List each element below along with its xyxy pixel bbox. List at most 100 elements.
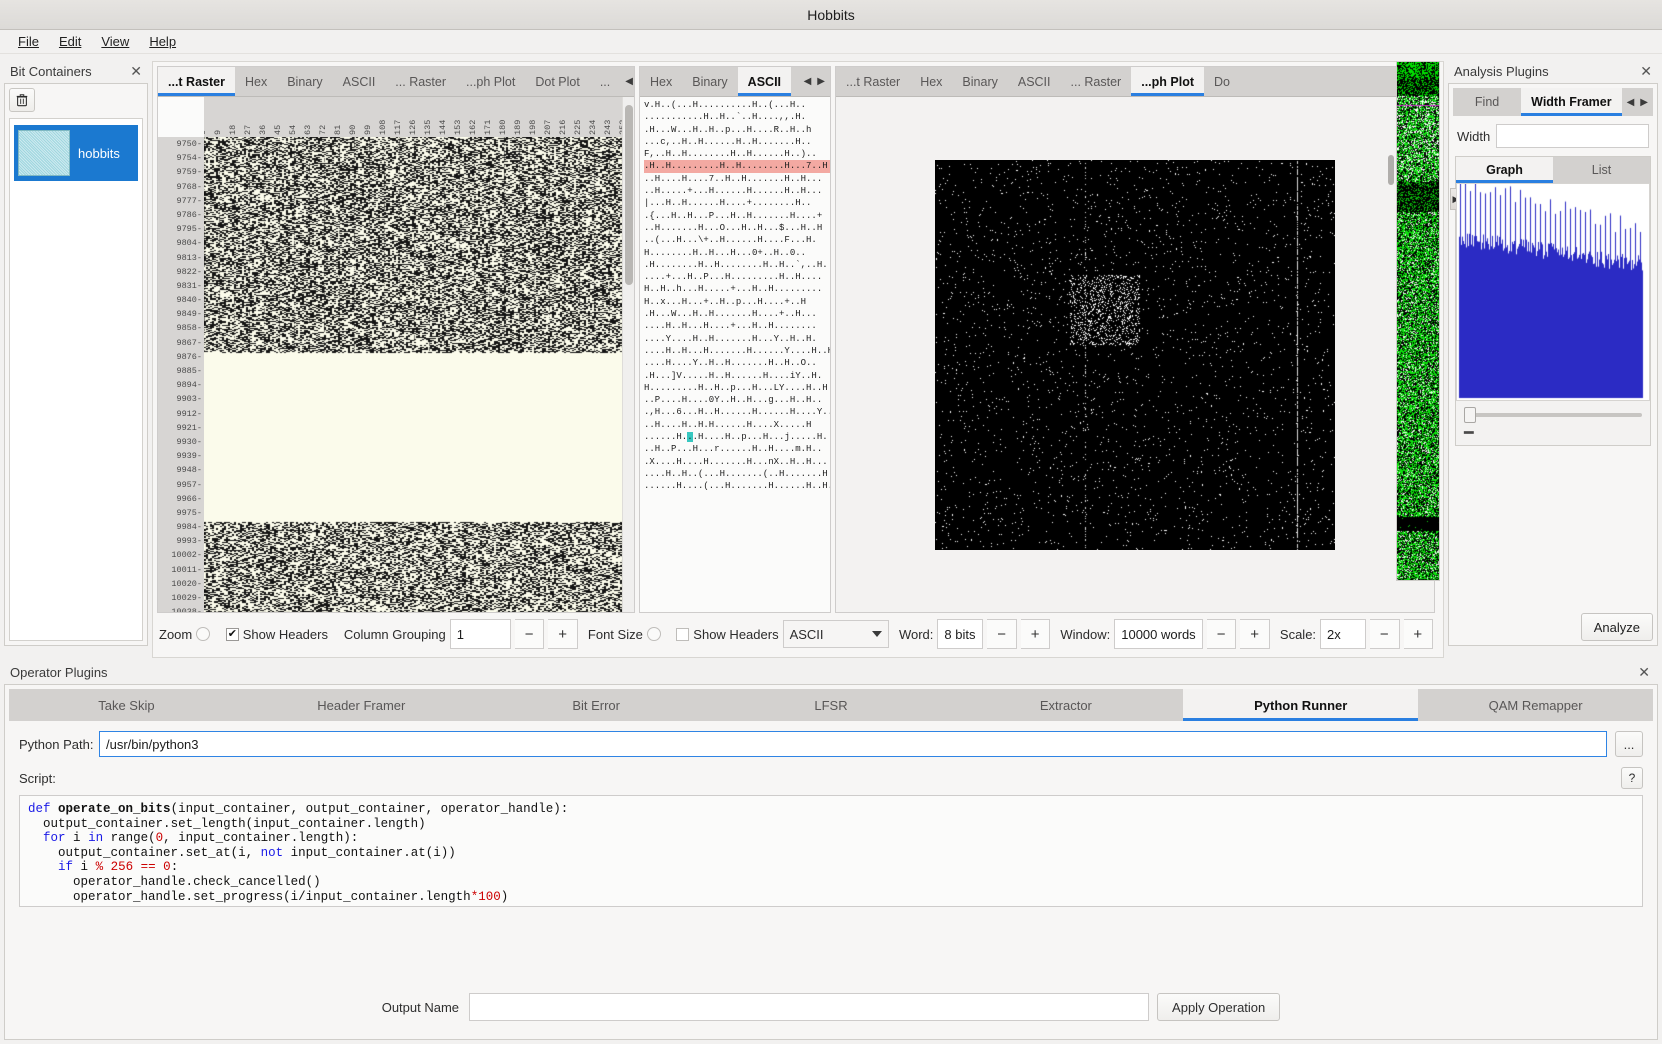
tab-find[interactable]: Find (1453, 88, 1522, 116)
ascii-line: H........H..H...H...0+..H..0.. (644, 247, 807, 258)
window-size-decrement[interactable]: − (1206, 619, 1237, 649)
tab-take-skip[interactable]: Take Skip (9, 689, 244, 721)
tab-graph[interactable]: Graph (1456, 157, 1553, 183)
close-icon[interactable]: ✕ (1634, 665, 1654, 679)
graph-zoom-slider[interactable] (1456, 401, 1650, 429)
word-size-increment[interactable]: + (1020, 619, 1051, 649)
window-size-input[interactable]: 10000 words (1114, 619, 1203, 649)
chevron-left-icon[interactable]: ◀ (801, 76, 815, 87)
column-grouping-input[interactable]: 1 (449, 619, 511, 649)
script-line: operator_handle.set_progress(i/input_con… (73, 889, 509, 904)
tab-graph-plot-3[interactable]: ...ph Plot (1131, 67, 1205, 96)
slider-track[interactable] (1464, 407, 1642, 423)
scale-decrement[interactable]: − (1370, 619, 1400, 649)
tab-bit-error[interactable]: Bit Error (478, 689, 714, 721)
script-line: output_container.set_at(i, not input_con… (58, 845, 456, 860)
column-grouping-increment[interactable]: + (548, 619, 578, 649)
chevron-left-icon[interactable]: ◀ (622, 76, 634, 87)
slider-handle[interactable] (1464, 407, 1476, 423)
tab-qam-remapper[interactable]: QAM Remapper (1418, 689, 1654, 721)
scale-input[interactable]: 2x (1320, 619, 1367, 649)
menu-item-help[interactable]: Help (139, 32, 186, 51)
chevron-right-icon[interactable]: ▶ (1637, 97, 1651, 108)
tab-byte-raster-3[interactable]: ... Raster (1060, 67, 1132, 96)
tab-lfsr[interactable]: LFSR (713, 689, 949, 721)
column-grouping-decrement[interactable]: − (514, 619, 545, 649)
tab-binary-3[interactable]: Binary (952, 67, 1008, 96)
tab-bit-raster[interactable]: ...t Raster (158, 67, 235, 96)
browse-button[interactable]: ... (1615, 731, 1643, 757)
raster-viewport[interactable]: 9750- 9754- 9759- 9768- 9777- 9786- 9795- 9804-… (158, 97, 634, 612)
list-item[interactable]: hobbits (14, 125, 138, 181)
encoding-select[interactable]: ASCII (782, 620, 889, 648)
dot-plot-container[interactable] (836, 97, 1434, 612)
analyze-button[interactable]: Analyze (1580, 613, 1653, 641)
show-headers-checkbox-2[interactable]: ✔ (676, 627, 690, 641)
tab-width-framer[interactable]: Width Framer (1521, 88, 1623, 116)
raster-canvas-container[interactable] (204, 137, 634, 612)
chevron-right-icon[interactable]: ▶ (814, 76, 828, 87)
raster-col-label: 9 (213, 129, 223, 135)
menu-item-edit[interactable]: Edit (49, 32, 91, 51)
close-icon[interactable]: ✕ (1636, 64, 1656, 78)
operator-plugins-titlebar: Operator Plugins ✕ (4, 662, 1658, 682)
tab-hex-2[interactable]: Hex (640, 67, 683, 96)
tab-graph-plot[interactable]: ...ph Plot (456, 67, 526, 96)
script-editor[interactable]: def operate_on_bits(input_container, out… (19, 795, 1643, 907)
output-name-input[interactable] (469, 993, 1150, 1021)
menubar: File Edit View Help (0, 30, 1662, 54)
help-icon[interactable]: ? (1621, 767, 1643, 789)
zoom-radio[interactable] (196, 627, 211, 641)
display-pane-plot: ...t Raster Hex Binary ASCII ... Raster … (835, 66, 1435, 613)
autocorrelation-graph[interactable] (1456, 183, 1650, 401)
tab-ascii-2[interactable]: ASCII (737, 67, 792, 96)
menu-item-file[interactable]: File (8, 32, 49, 51)
tab-bit-raster-3[interactable]: ...t Raster (836, 67, 911, 96)
word-size-decrement[interactable]: − (987, 619, 1017, 649)
bit-containers-list[interactable]: hobbits (9, 118, 143, 641)
bit-raster-canvas[interactable] (204, 137, 634, 612)
raster-row-label: 9921- (176, 422, 202, 433)
font-size-radio[interactable] (646, 627, 661, 641)
ascii-viewport[interactable]: v.H..(...H..........H..(...H............… (640, 97, 830, 612)
scale-increment[interactable]: + (1403, 619, 1434, 649)
tab-header-framer[interactable]: Header Framer (243, 689, 479, 721)
strip-scrollbar-thumb[interactable] (1388, 155, 1394, 185)
ascii-text[interactable]: v.H..(...H..........H..(...H............… (640, 97, 830, 612)
window-size-increment[interactable]: + (1240, 619, 1270, 649)
tab-binary[interactable]: Binary (277, 67, 333, 96)
raster-row-label: 9849- (176, 309, 202, 320)
tab-more[interactable]: ... (589, 67, 621, 96)
raster-row-label: 9822- (176, 266, 202, 277)
tab-ascii[interactable]: ASCII (332, 67, 386, 96)
python-path-label: Python Path: (19, 736, 94, 752)
tab-ascii-3[interactable]: ASCII (1007, 67, 1061, 96)
tab-python-runner[interactable]: Python Runner (1183, 689, 1419, 721)
tab-binary-2[interactable]: Binary (682, 67, 738, 96)
menu-item-view[interactable]: View (91, 32, 139, 51)
tab-dot-plot-3[interactable]: Do (1204, 67, 1240, 96)
byte-raster-strip[interactable] (1396, 61, 1440, 581)
python-path-input[interactable]: /usr/bin/python3 (99, 731, 1607, 757)
show-headers-checkbox-1[interactable]: ✔ (225, 627, 239, 641)
tab-byte-raster[interactable]: ... Raster (385, 67, 457, 96)
raster-scrollbar[interactable] (622, 97, 634, 612)
close-icon[interactable]: ✕ (126, 64, 146, 78)
tab-hex[interactable]: Hex (234, 67, 278, 96)
graph-list-tabbar: Graph List (1456, 157, 1650, 183)
plot-viewport[interactable] (836, 97, 1434, 612)
tab-dot-plot[interactable]: Dot Plot (525, 67, 590, 96)
scrollbar-thumb[interactable] (625, 105, 633, 285)
trash-icon[interactable] (9, 88, 35, 112)
apply-operation-button[interactable]: Apply Operation (1157, 993, 1281, 1021)
word-size-input[interactable]: 8 bits (937, 619, 984, 649)
tab-list[interactable]: List (1553, 157, 1650, 183)
tab-hex-3[interactable]: Hex (910, 67, 953, 96)
byte-raster-strip-canvas[interactable] (1397, 62, 1439, 580)
font-size-label: Font Size (587, 626, 643, 642)
ascii-line: H..x...H...+..H..p...H....+..H (644, 296, 807, 307)
tab-extractor[interactable]: Extractor (948, 689, 1184, 721)
dot-plot-canvas[interactable] (935, 159, 1335, 550)
chevron-left-icon[interactable]: ◀ (1624, 97, 1638, 108)
width-input[interactable] (1496, 124, 1649, 148)
